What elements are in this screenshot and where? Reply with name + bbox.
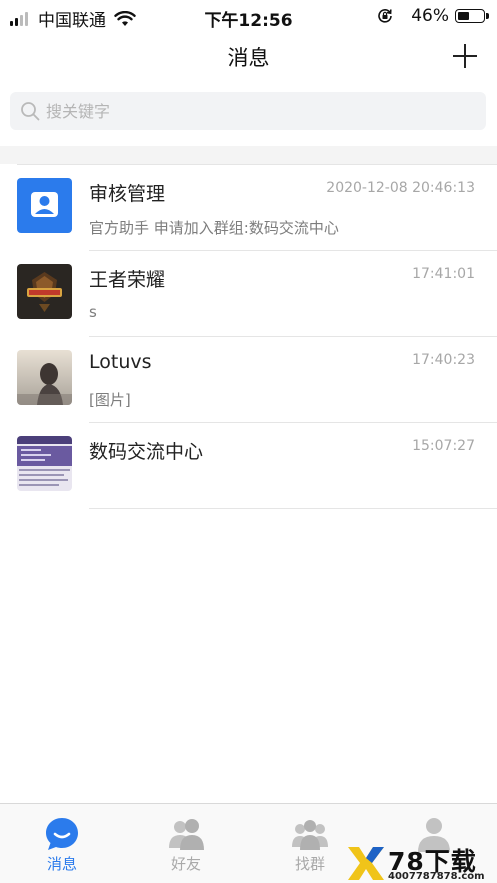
conversation-list: 审核管理 2020-12-08 20:46:13 官方助手 申请加入群组:数码交… (0, 165, 497, 509)
screen: 中国联通 下午12:56 46% 消息 搜关键字 审核管理 2020-12-08… (0, 0, 497, 883)
tab-label: 好友 (170, 855, 201, 873)
tab-label: 消息 (46, 855, 77, 873)
conversation-time: 2020-12-08 20:46:13 (326, 180, 475, 196)
conversation-item-review-admin[interactable]: 审核管理 2020-12-08 20:46:13 官方助手 申请加入群组:数码交… (0, 165, 497, 251)
conversation-name: Lotuvs (89, 351, 152, 373)
conversation-preview: [图片] (89, 391, 131, 409)
status-bar: 中国联通 下午12:56 46% (0, 0, 497, 32)
watermark-x-icon (348, 847, 384, 880)
watermark-logo: 78下载 4007787878.com (346, 844, 496, 883)
photo (17, 350, 72, 405)
conversation-item-honor-of-kings[interactable]: 王者荣耀 17:41:01 s (0, 251, 497, 337)
search-icon (21, 102, 40, 121)
divider (89, 508, 497, 509)
conversation-time: 17:40:23 (412, 352, 475, 368)
conversation-name: 审核管理 (89, 183, 166, 205)
search-bar[interactable] (10, 92, 486, 130)
watermark-url: 4007787878.com (388, 871, 485, 882)
conversation-preview: s (89, 303, 97, 321)
tab-messages[interactable]: 消息 (0, 804, 124, 883)
page-title: 消息 (227, 46, 270, 70)
conversation-preview: 官方助手 申请加入群组:数码交流中心 (89, 219, 339, 237)
conversation-time: 15:07:27 (412, 438, 475, 454)
section-spacer (0, 146, 497, 164)
chat-bubble-icon (46, 818, 78, 850)
friends-icon (169, 819, 204, 850)
group-icon (292, 820, 328, 850)
rotation-lock-icon (378, 9, 393, 23)
search-input[interactable] (46, 92, 466, 130)
tab-friends[interactable]: 好友 (124, 804, 248, 883)
nav-bar: 消息 (0, 32, 497, 80)
group-image (17, 436, 72, 491)
user-icon (17, 178, 72, 233)
battery-percent: 46% (411, 6, 449, 26)
conversation-time: 17:41:01 (412, 266, 475, 282)
game-logo (17, 264, 72, 319)
conversation-name: 数码交流中心 (89, 441, 204, 463)
conversation-item-digital-exchange[interactable]: 数码交流中心 15:07:27 (0, 423, 497, 509)
conversation-item-lotuvs[interactable]: Lotuvs 17:40:23 [图片] (0, 337, 497, 423)
battery-icon (455, 9, 489, 23)
status-right: 46% (377, 6, 489, 26)
conversation-name: 王者荣耀 (89, 269, 166, 291)
plus-icon[interactable] (449, 40, 481, 72)
